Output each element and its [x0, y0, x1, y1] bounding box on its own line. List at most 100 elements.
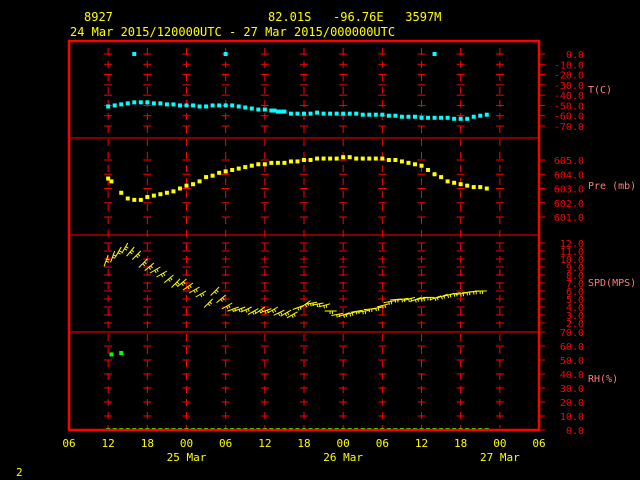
- temperature-point: [419, 115, 424, 120]
- temperature-outlier-point: [432, 52, 437, 56]
- temperature-point: [354, 111, 359, 116]
- pressure-tick-label: 604.0: [554, 170, 584, 181]
- wind-barb: [156, 268, 159, 272]
- temperature-point: [197, 104, 202, 109]
- wind-barb: [202, 292, 205, 296]
- wind-barb: [447, 294, 450, 299]
- pressure-point: [380, 156, 385, 161]
- wind-barb: [271, 310, 275, 314]
- wind-barb: [460, 293, 462, 297]
- temperature-point: [191, 103, 196, 108]
- wind-barb: [362, 311, 364, 315]
- temperature-point: [171, 102, 176, 107]
- pressure-point: [328, 156, 333, 161]
- wind-barb: [238, 309, 241, 313]
- pressure-point: [138, 197, 143, 202]
- wind-barb: [181, 282, 184, 286]
- pressure-point: [367, 156, 372, 161]
- wind-barb: [176, 281, 180, 285]
- wind-barb: [148, 266, 152, 270]
- wind-barb: [440, 296, 443, 300]
- pressure-point: [230, 167, 235, 172]
- pressure-tick-label: 603.0: [554, 185, 584, 196]
- pressure-point: [125, 196, 130, 201]
- temperature-point: [223, 103, 228, 108]
- wind-barb: [293, 313, 296, 317]
- wind-vector: [103, 254, 109, 267]
- pressure-point: [465, 183, 470, 188]
- temperature-point: [341, 111, 346, 116]
- pressure-point: [412, 162, 417, 167]
- x-tick-label: 00: [337, 437, 350, 450]
- humidity-tick-label: 10.0: [560, 412, 584, 423]
- pressure-point: [288, 159, 293, 164]
- temperature-point: [138, 100, 143, 105]
- temperature-point: [315, 110, 320, 115]
- pressure-point: [256, 162, 261, 167]
- wind-barb: [169, 277, 173, 281]
- wind-barb: [154, 270, 157, 274]
- x-tick-label: 00: [180, 437, 193, 450]
- temperature-point: [295, 111, 300, 116]
- wind-barb: [124, 248, 128, 251]
- wind-barb: [349, 313, 352, 317]
- pressure-point: [432, 172, 437, 177]
- temperature-point: [184, 103, 189, 108]
- pressure-point: [302, 158, 306, 162]
- wind-barb: [414, 299, 417, 303]
- temperature-point: [360, 112, 365, 117]
- wind-barb: [297, 307, 300, 311]
- pressure-point: [341, 155, 346, 160]
- pressure-point: [295, 159, 300, 164]
- humidity-tick-label: 30.0: [560, 384, 584, 395]
- humidity-tick-label: 20.0: [560, 398, 584, 409]
- page-number: 2: [16, 466, 23, 479]
- station-location: 82.01S -96.76E 3597M: [268, 10, 441, 24]
- pressure-tick-label: 605.0: [554, 156, 584, 167]
- temperature-point: [177, 103, 182, 108]
- temperature-point: [465, 116, 470, 121]
- temperature-point: [432, 115, 437, 120]
- temperature-outlier-point: [132, 52, 137, 56]
- wind-barb: [316, 304, 319, 308]
- wind-barb: [462, 293, 465, 297]
- temperature-point: [478, 113, 483, 118]
- x-tick-label: 12: [102, 437, 115, 450]
- pressure-point: [158, 192, 163, 197]
- temperature-point: [132, 100, 137, 105]
- pressure-point: [282, 160, 287, 165]
- wind-barb: [118, 250, 122, 253]
- pressure-point: [360, 156, 365, 161]
- temperature-point: [334, 111, 339, 116]
- x-tick-label: 06: [532, 437, 545, 450]
- pressure-point: [439, 175, 444, 180]
- temperature-point: [106, 104, 111, 109]
- wind-barb: [144, 261, 147, 265]
- wind-barb: [286, 312, 290, 316]
- x-tick-label: 18: [297, 437, 310, 450]
- wind-barb: [291, 314, 294, 318]
- temperature-point: [426, 115, 431, 120]
- wind-barb: [325, 304, 328, 308]
- pressure-point: [484, 186, 489, 191]
- wind-barb: [390, 301, 393, 305]
- wind-barb: [247, 308, 250, 312]
- wind-barb: [245, 309, 248, 313]
- pressure-point: [452, 180, 457, 185]
- wind-barb: [162, 272, 166, 276]
- temperature-point: [373, 112, 378, 117]
- pressure-axis-label: Pre (mb): [588, 181, 636, 192]
- pressure-point: [445, 179, 450, 184]
- pressure-point: [119, 190, 124, 195]
- temperature-point: [412, 114, 417, 119]
- x-tick-label: 00: [493, 437, 506, 450]
- wind-barb: [336, 314, 338, 318]
- humidity-point: [119, 351, 124, 355]
- pressure-point: [393, 158, 398, 162]
- temperature-point: [484, 112, 489, 117]
- temperature-point: [249, 106, 254, 111]
- x-tick-label: 12: [258, 437, 271, 450]
- temperature-point: [386, 113, 391, 118]
- humidity-point: [109, 352, 114, 357]
- temperature-point: [210, 103, 215, 108]
